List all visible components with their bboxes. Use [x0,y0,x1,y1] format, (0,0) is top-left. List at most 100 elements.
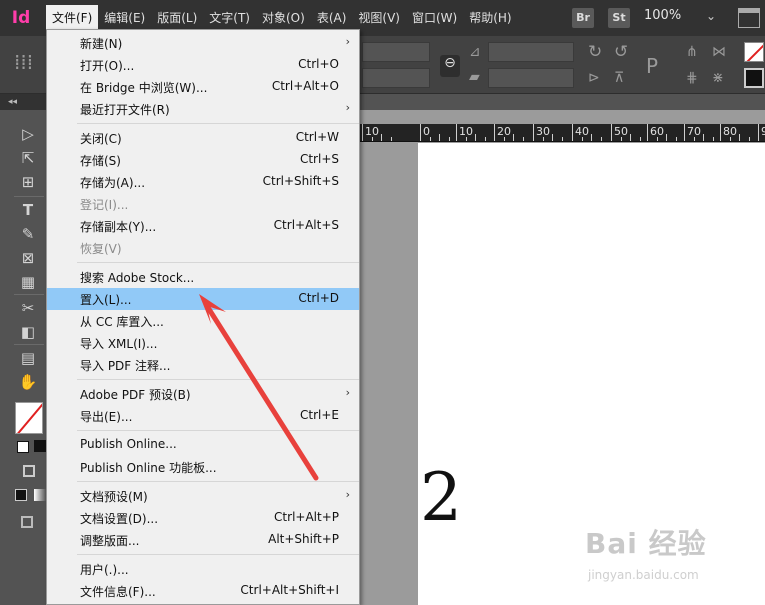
paragraph-frame-icon[interactable]: P [646,54,658,78]
shear-angle-field[interactable] [488,68,574,88]
bridge-badge-button[interactable]: Br [572,8,594,28]
indesign-logo-icon: Id [11,8,31,28]
file-menu-item-label: 在 Bridge 中浏览(W)... [80,81,208,95]
ruler-minor-tick [390,137,392,141]
control-field-1[interactable] [362,42,430,62]
file-menu-item[interactable]: 搜索 Adobe Stock... [47,266,359,288]
content-collector-tool-icon[interactable]: ⊞ [18,172,38,192]
file-menu-item-shortcut: Ctrl+S [299,152,339,166]
type-tool-icon[interactable]: T [18,200,38,220]
ruler-tick [533,124,534,141]
rectangle-frame-tool-icon[interactable]: ⊠ [18,248,38,268]
horizontal-ruler: 10010203040506070809 [357,124,765,142]
menu-7[interactable]: 窗口(W) [406,5,463,31]
flip-vertical-icon[interactable]: ⊼ [614,70,624,86]
file-menu-item-label: 文档预设(M) [80,490,148,504]
ruler-tick [758,124,759,141]
apply-color-icon[interactable] [15,489,27,501]
file-menu-item[interactable]: 文件信息(F)... Ctrl+Alt+Shift+I [47,580,359,602]
ruler-minor-tick [465,137,467,141]
ruler-tick [720,124,721,141]
fill-swatch[interactable] [744,68,764,88]
rotate-cw-icon[interactable]: ↻ [588,42,602,62]
zoom-level[interactable]: 100% [644,8,681,23]
menu-8[interactable]: 帮助(H) [463,5,517,31]
rotate-angle-field[interactable] [488,42,574,62]
hand-tool-icon[interactable]: ✋ [18,372,38,392]
direct-selection-tool-icon[interactable]: ⇱ [18,148,38,168]
pen-tool-icon[interactable]: ✎ [18,224,38,244]
file-menu-item[interactable]: Publish Online 功能板... [47,456,359,478]
stock-badge-button[interactable]: St [608,8,630,28]
file-menu-item[interactable]: 文档设置(D)... Ctrl+Alt+P [47,507,359,529]
submenu-arrow-icon: › [345,101,350,114]
menu-5[interactable]: 表(A) [311,5,353,31]
file-menu-item[interactable]: 存储副本(Y)... Ctrl+Alt+S [47,215,359,237]
file-menu-item[interactable]: 存储(S) Ctrl+S [47,149,359,171]
page-number-text[interactable]: 2 [420,462,462,534]
zoom-dropdown-icon[interactable]: ⌄ [706,9,716,23]
ruler-minor-tick [693,137,695,141]
apply-gradient-icon[interactable] [34,489,46,501]
note-tool-icon[interactable]: ▤ [18,348,38,368]
file-menu-item[interactable]: 从 CC 库置入... [47,310,359,332]
flip-horizontal-icon[interactable]: ⊳ [588,70,600,86]
file-menu-item[interactable]: 导入 PDF 注释... [47,354,359,376]
tools-panel: ▷ ⇱ ⊞ T ✎ ⊠ ▦ ✂ ◧ ▤ ✋ [8,118,48,605]
file-menu-item[interactable]: 调整版面... Alt+Shift+P [47,529,359,551]
file-menu-item-label: 存储(S) [80,154,121,168]
ruler-minor-tick [484,137,486,141]
file-menu-item[interactable]: 存储为(A)... Ctrl+Shift+S [47,171,359,193]
shear-angle-icon: ▰ [469,69,480,85]
distribute-icon[interactable]: ⋕ [686,70,698,86]
ruler-tick [456,124,457,141]
file-menu-item[interactable]: 文档预设(M) › [47,485,359,507]
rotate-angle-icon: ⊿ [469,44,481,60]
file-menu-item-label: 置入(L)... [80,293,132,307]
ruler-tick [684,124,685,141]
ruler-tick [494,124,495,141]
file-menu-item-label: Publish Online... [80,437,177,451]
file-menu-item[interactable]: 用户(.)... [47,558,359,580]
reference-point-icon[interactable]: ⁞⁞⁞ [14,50,33,74]
menu-1[interactable]: 编辑(E) [98,5,151,31]
screen-mode-icon[interactable] [738,8,760,28]
control-field-2[interactable] [362,68,430,88]
selection-tool-icon[interactable]: ▷ [18,124,38,144]
file-menu-item[interactable]: Publish Online... [47,434,359,456]
screen-mode-normal-icon[interactable] [21,516,33,528]
rotate-ccw-icon[interactable]: ↺ [614,42,628,62]
menu-6[interactable]: 视图(V) [352,5,406,31]
file-menu-item[interactable]: 新建(N) › [47,32,359,54]
swap-colors-icon[interactable] [34,440,46,452]
watermark-logo: Bai 经验 [585,527,707,560]
distribute-center-icon[interactable]: ⋇ [712,70,724,86]
menu-4[interactable]: 对象(O) [256,5,311,31]
file-menu-item[interactable]: 关闭(C) Ctrl+W [47,127,359,149]
menu-3[interactable]: 文字(T) [203,5,256,31]
menu-2[interactable]: 版面(L) [151,5,203,31]
formatting-affects-container-icon[interactable] [23,465,35,477]
file-menu-item[interactable]: Adobe PDF 预设(B) › [47,383,359,405]
fill-stroke-swatch[interactable] [15,402,43,434]
tools-panel-header[interactable]: ◂◂ [0,94,48,110]
table-tool-icon[interactable]: ▦ [18,272,38,292]
file-menu-item[interactable]: 最近打开文件(R) › [47,98,359,120]
ruler-minor-tick [439,134,440,141]
scissors-tool-icon[interactable]: ✂ [18,298,38,318]
file-menu-item[interactable]: 导出(E)... Ctrl+E [47,405,359,427]
stroke-none-swatch[interactable] [744,42,764,62]
default-colors-icon[interactable] [17,441,29,453]
align-center-icon[interactable]: ⋈ [712,44,726,60]
ruler-label: 9 [761,125,765,138]
constrain-proportions-icon[interactable]: ⊖ [440,55,460,77]
file-menu-item[interactable]: 置入(L)... Ctrl+D [47,288,359,310]
file-menu-item[interactable]: 导入 XML(I)... [47,332,359,354]
file-menu-item[interactable]: 在 Bridge 中浏览(W)... Ctrl+Alt+O [47,76,359,98]
gradient-tool-icon[interactable]: ◧ [18,322,38,342]
tool-divider [14,196,44,197]
menu-0[interactable]: 文件(F) [46,5,99,31]
align-top-icon[interactable]: ⋔ [686,44,698,60]
menu-separator [77,430,359,431]
file-menu-item[interactable]: 打开(O)... Ctrl+O [47,54,359,76]
